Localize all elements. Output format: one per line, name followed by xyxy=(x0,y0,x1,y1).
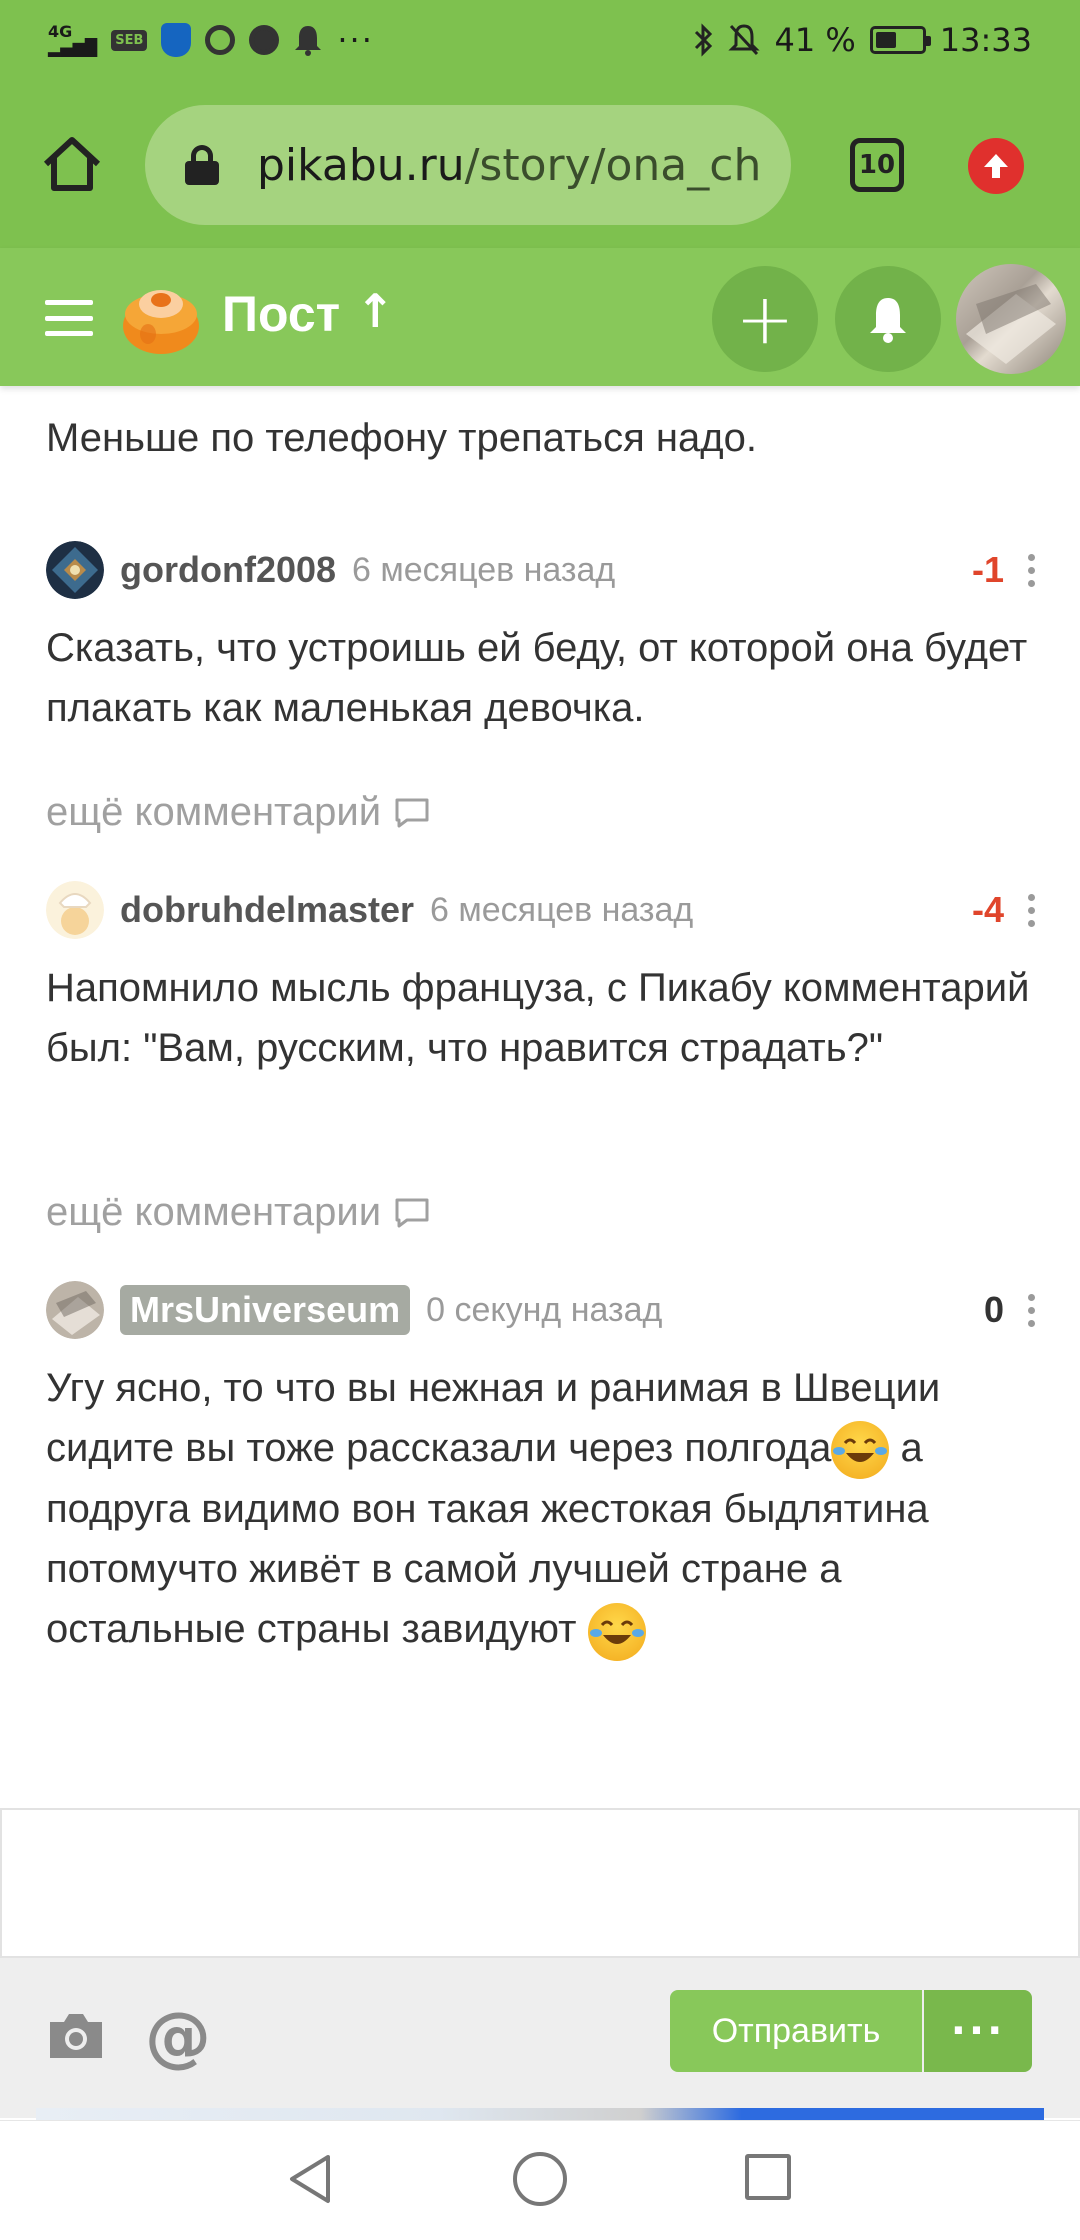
more-vert-icon[interactable] xyxy=(1026,1293,1036,1327)
bell-icon xyxy=(870,298,906,343)
more-comments-link[interactable]: ещё комментарий xyxy=(46,790,431,835)
comment-time[interactable]: 0 секунд назад xyxy=(426,1291,662,1330)
scroll-top-icon[interactable]: ↑ xyxy=(356,284,395,338)
laughing-emoji-icon xyxy=(587,1602,646,1661)
previous-comment-text: Меньше по телефону трепаться надо. xyxy=(46,416,757,460)
seb-icon: SEB xyxy=(111,29,148,51)
status-bar: 4G ▂▄▆█ SEB ··· 41 % 13:33 xyxy=(0,0,1080,80)
laughing-emoji-icon xyxy=(831,1421,890,1480)
avatar[interactable] xyxy=(46,881,104,939)
browser-toolbar: pikabu.ru/story/ona_ch 10 xyxy=(0,80,1080,248)
comment-text: Сказать, что устроишь ей беду, от которо… xyxy=(46,626,1028,730)
battery-icon xyxy=(869,26,931,54)
battery-percent: 41 % xyxy=(774,21,856,59)
mention-icon[interactable]: @ xyxy=(145,1998,211,2075)
user-avatar[interactable] xyxy=(956,264,1066,374)
more-vert-icon[interactable] xyxy=(1026,553,1036,587)
more-comments-link[interactable]: ещё комментарии xyxy=(46,1190,431,1235)
comment-text: Угу ясно, то что вы нежная и ранимая в Ш… xyxy=(46,1358,1046,1661)
comment-rating: -1 xyxy=(971,549,1004,590)
comment-rating: -4 xyxy=(971,889,1004,930)
url-text[interactable]: pikabu.ru/story/ona_ch xyxy=(257,140,761,191)
comment-text-part: Угу ясно, то что вы нежная и ранимая в Ш… xyxy=(46,1366,941,1470)
notifications-button[interactable] xyxy=(835,266,941,372)
signal-icon: 4G ▂▄▆█ xyxy=(48,22,98,57)
comment-time[interactable]: 6 месяцев назад xyxy=(430,891,693,930)
pikabu-logo[interactable] xyxy=(118,276,204,356)
lock-icon xyxy=(185,145,219,185)
avatar[interactable] xyxy=(46,1281,104,1339)
comment-username[interactable]: MrsUniverseum xyxy=(120,1285,411,1335)
update-icon[interactable] xyxy=(968,138,1024,194)
comment-username[interactable]: gordonf2008 xyxy=(120,549,336,591)
url-host: pikabu.ru xyxy=(257,139,465,191)
camera-icon[interactable] xyxy=(46,2008,106,2062)
tab-switcher-button[interactable]: 10 xyxy=(850,138,904,192)
more-comments-label: ещё комментарий xyxy=(46,790,382,834)
clock: 13:33 xyxy=(939,21,1032,59)
comment-bubble-icon xyxy=(395,798,429,827)
chrome-icon xyxy=(205,25,236,55)
comment-text: Напомнило мысль француза, с Пикабу комме… xyxy=(46,966,1030,1070)
more-vert-icon[interactable] xyxy=(1026,893,1036,927)
notification-bell-icon xyxy=(295,26,322,56)
app-header: Пост ↑ + xyxy=(0,248,1080,386)
battery-level xyxy=(875,32,897,48)
back-icon[interactable] xyxy=(284,2151,336,2207)
menu-icon[interactable] xyxy=(45,300,93,336)
bluetooth-icon xyxy=(695,23,713,57)
home-icon[interactable] xyxy=(38,130,106,198)
url-path: /story/ona_ch xyxy=(464,139,762,191)
add-post-button[interactable]: + xyxy=(712,266,818,372)
mute-bell-icon xyxy=(728,24,761,56)
send-button[interactable]: Отправить xyxy=(670,1990,922,2072)
shield-icon xyxy=(161,23,192,57)
reply-toolbar: @ Отправить ··· xyxy=(0,1958,1080,2118)
comment-bubble-icon xyxy=(395,1198,429,1227)
home-nav-icon[interactable] xyxy=(513,2152,567,2206)
recents-icon[interactable] xyxy=(745,2154,791,2200)
more-comments-label: ещё комментарии xyxy=(46,1190,382,1234)
comment-rating: 0 xyxy=(983,1289,1004,1330)
system-nav-bar xyxy=(0,2120,1080,2240)
send-options-button[interactable]: ··· xyxy=(924,1990,1032,2072)
comment-username[interactable]: dobruhdelmaster xyxy=(120,889,414,931)
page-title: Пост xyxy=(222,286,341,342)
facebook-icon xyxy=(249,25,280,55)
arrow-up-icon xyxy=(984,154,1008,178)
reply-textarea[interactable] xyxy=(0,1808,1080,1958)
more-icon: ··· xyxy=(337,21,374,59)
avatar[interactable] xyxy=(46,541,104,599)
comment-header: gordonf2008 6 месяцев назад -1 xyxy=(46,540,1036,600)
comment-time[interactable]: 6 месяцев назад xyxy=(352,551,615,590)
comment-header: dobruhdelmaster 6 месяцев назад -4 xyxy=(46,880,1036,940)
comment-header: MrsUniverseum 0 секунд назад 0 xyxy=(46,1280,1036,1340)
url-bar[interactable]: pikabu.ru/story/ona_ch xyxy=(145,105,791,225)
